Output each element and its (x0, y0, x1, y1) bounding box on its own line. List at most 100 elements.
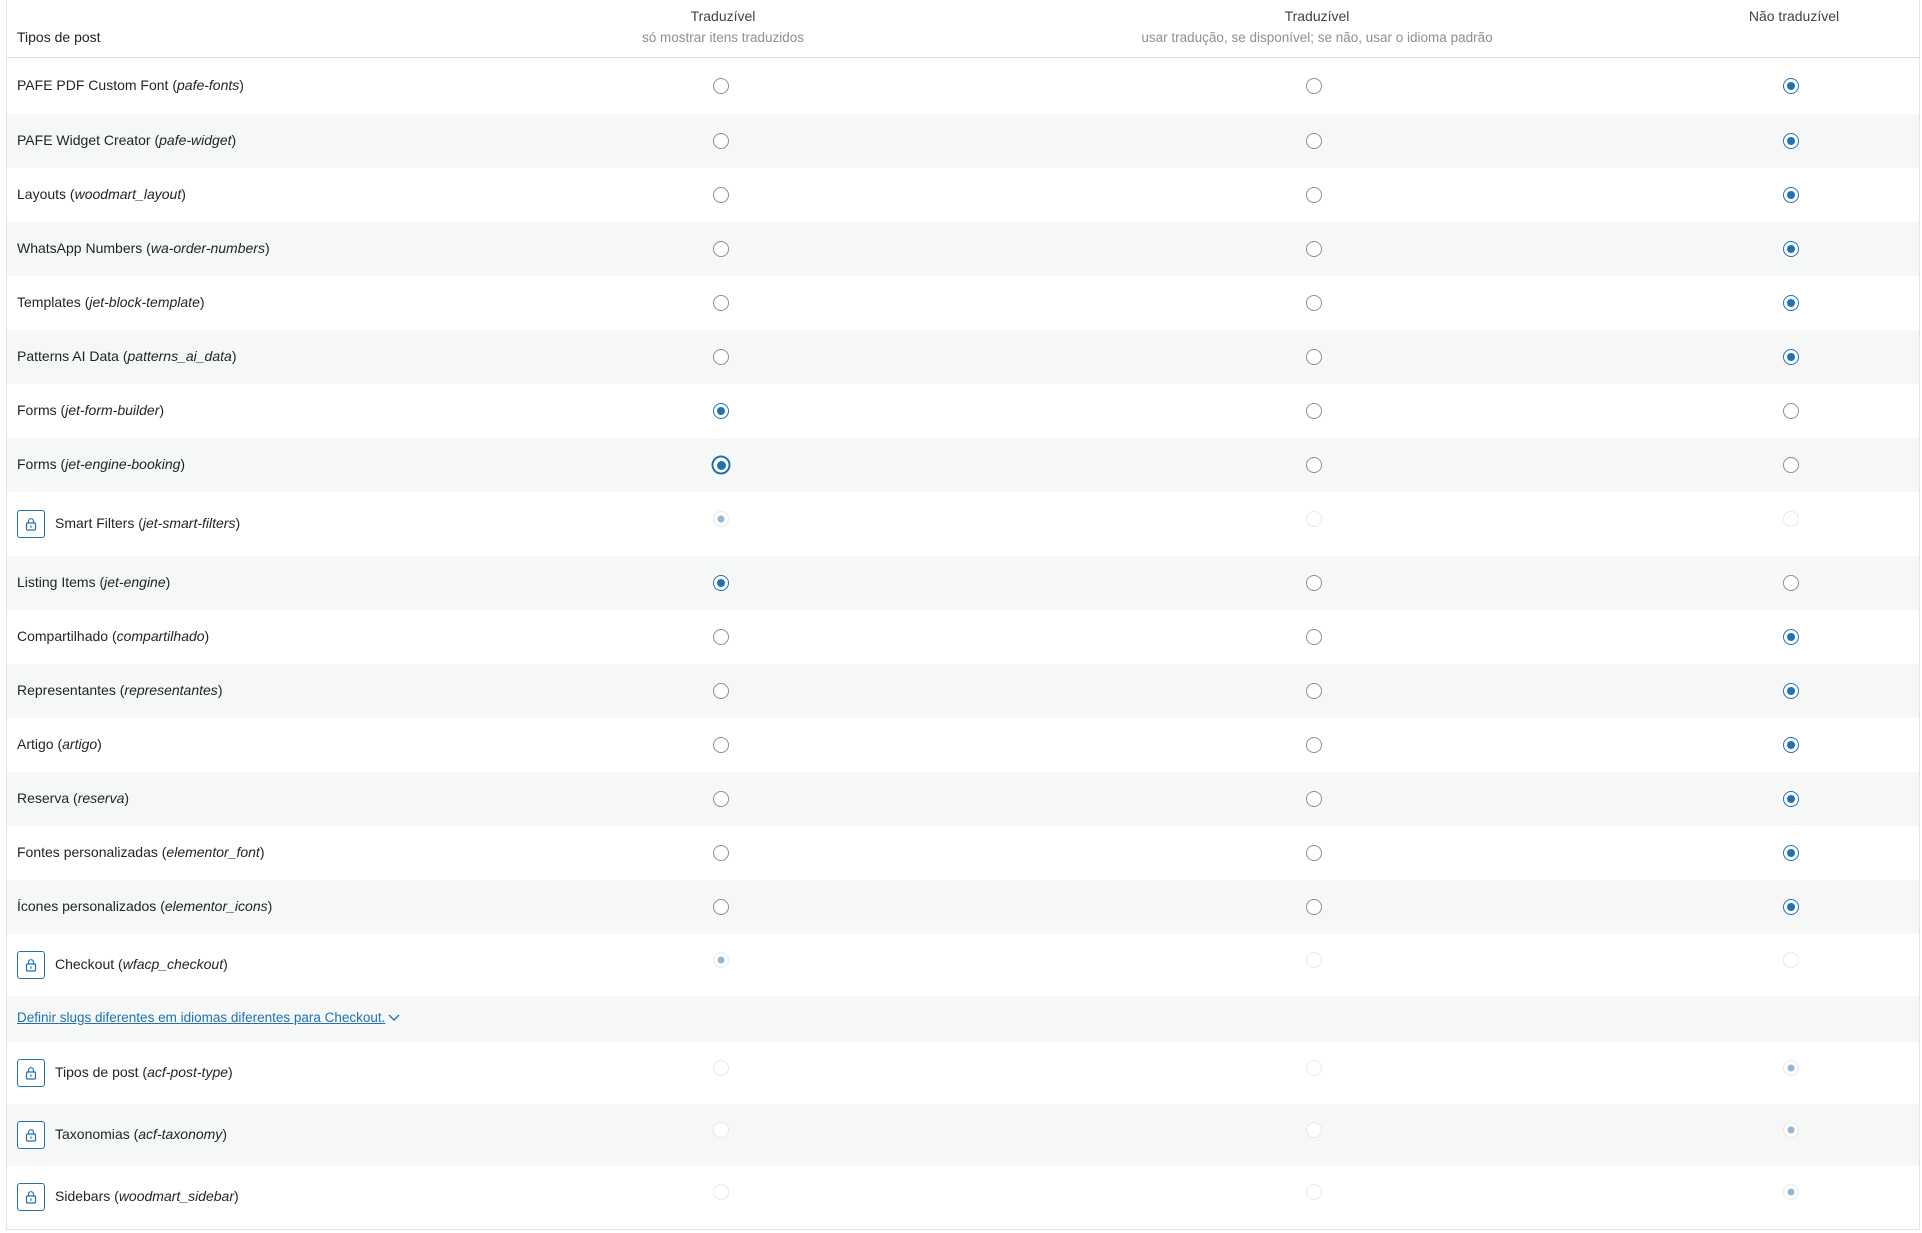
lock-icon[interactable] (17, 510, 45, 538)
post-type-slug: acf-post-type (147, 1064, 229, 1080)
radio-translatable-fallback[interactable] (1306, 241, 1322, 257)
radio-translatable-fallback (1306, 511, 1322, 527)
post-type-label: Compartilhado (compartilhado) (17, 628, 210, 644)
radio-not-translatable[interactable] (1783, 683, 1799, 699)
post-type-slug: woodmart_sidebar (118, 1188, 234, 1204)
radio-translatable-only[interactable] (711, 455, 731, 475)
post-type-row: Representantes (representantes) (7, 664, 1919, 718)
slug-settings-row: Definir slugs diferentes em idiomas dife… (7, 996, 1919, 1042)
radio-translatable-fallback[interactable] (1306, 78, 1322, 94)
radio-not-translatable[interactable] (1783, 187, 1799, 203)
radio-translatable-fallback[interactable] (1306, 295, 1322, 311)
radio-translatable-fallback[interactable] (1306, 629, 1322, 645)
radio-translatable-only[interactable] (713, 683, 729, 699)
radio-not-translatable[interactable] (1783, 575, 1799, 591)
post-type-label: PAFE PDF Custom Font (pafe-fonts) (17, 77, 244, 93)
column-subtitle: só mostrar itens traduzidos (641, 30, 805, 45)
radio-not-translatable[interactable] (1783, 845, 1799, 861)
radio-translatable-fallback (1306, 1060, 1322, 1076)
radio-not-translatable (1783, 1122, 1799, 1138)
post-type-label: Artigo (artigo) (17, 736, 102, 752)
radio-translatable-only[interactable] (713, 295, 729, 311)
radio-translatable-fallback[interactable] (1306, 403, 1322, 419)
post-type-row: PAFE Widget Creator (pafe-widget) (7, 114, 1919, 168)
column-title: Não traduzível (1748, 8, 1840, 24)
post-type-label: Representantes (representantes) (17, 682, 223, 698)
radio-translatable-only[interactable] (713, 78, 729, 94)
post-type-slug: jet-smart-filters (142, 515, 236, 531)
radio-not-translatable[interactable] (1783, 791, 1799, 807)
radio-translatable-only[interactable] (713, 349, 729, 365)
lock-icon[interactable] (17, 1059, 45, 1087)
radio-translatable-only[interactable] (713, 187, 729, 203)
post-type-slug: elementor_font (166, 844, 260, 860)
radio-not-translatable[interactable] (1783, 78, 1799, 94)
column-header-translatable-only: Traduzível só mostrar itens traduzidos (642, 8, 804, 45)
define-slugs-link-label: Definir slugs diferentes em idiomas dife… (17, 1010, 386, 1025)
radio-translatable-only[interactable] (713, 133, 729, 149)
post-type-slug: wfacp_checkout (122, 956, 224, 972)
post-type-label: Forms (jet-engine-booking) (17, 456, 186, 472)
table-header: Tipos de post Traduzível só mostrar iten… (7, 0, 1919, 58)
post-type-name: Tipos de post ( (55, 1064, 148, 1080)
radio-translatable-fallback[interactable] (1306, 737, 1322, 753)
radio-translatable-fallback[interactable] (1306, 187, 1322, 203)
radio-translatable-only[interactable] (713, 737, 729, 753)
radio-translatable-fallback[interactable] (1306, 791, 1322, 807)
radio-translatable-only[interactable] (713, 403, 729, 419)
radio-translatable-fallback[interactable] (1306, 575, 1322, 591)
post-type-name: Sidebars ( (55, 1188, 119, 1204)
radio-not-translatable (1783, 511, 1799, 527)
column-subtitle: usar tradução, se disponível; se não, us… (1141, 30, 1493, 45)
post-type-label: Smart Filters (jet-smart-filters) (55, 515, 241, 531)
post-type-row: Checkout (wfacp_checkout) (7, 934, 1919, 996)
radio-translatable-fallback[interactable] (1306, 683, 1322, 699)
radio-translatable-fallback[interactable] (1306, 457, 1322, 473)
radio-translatable-fallback[interactable] (1306, 845, 1322, 861)
post-type-name: Taxonomias ( (55, 1126, 139, 1142)
post-type-label: Listing Items (jet-engine) (17, 574, 171, 590)
radio-translatable-only[interactable] (713, 575, 729, 591)
post-type-name: Ícones personalizados ( (17, 898, 165, 914)
column-title: Traduzível (1284, 8, 1350, 24)
post-type-slug: patterns_ai_data (127, 348, 232, 364)
radio-not-translatable[interactable] (1783, 133, 1799, 149)
radio-translatable-only[interactable] (713, 791, 729, 807)
define-slugs-link[interactable]: Definir slugs diferentes em idiomas dife… (17, 1010, 401, 1026)
radio-not-translatable[interactable] (1783, 737, 1799, 753)
radio-not-translatable[interactable] (1783, 899, 1799, 915)
radio-translatable-only (713, 1122, 729, 1138)
post-types-translation-table: Tipos de post Traduzível só mostrar iten… (6, 0, 1920, 1230)
lock-icon[interactable] (17, 1121, 45, 1149)
post-type-row: Artigo (artigo) (7, 718, 1919, 772)
radio-not-translatable[interactable] (1783, 629, 1799, 645)
radio-translatable-only[interactable] (713, 629, 729, 645)
radio-not-translatable[interactable] (1783, 403, 1799, 419)
post-type-name: Compartilhado ( (17, 628, 117, 644)
radio-translatable-fallback[interactable] (1306, 899, 1322, 915)
radio-translatable-fallback[interactable] (1306, 133, 1322, 149)
radio-not-translatable[interactable] (1783, 241, 1799, 257)
radio-translatable-fallback[interactable] (1306, 349, 1322, 365)
column-header-translatable-fallback: Traduzível usar tradução, se disponível;… (1141, 8, 1492, 45)
radio-translatable-only (713, 1184, 729, 1200)
column-header-not-translatable: Não traduzível (1749, 8, 1839, 24)
radio-not-translatable[interactable] (1783, 349, 1799, 365)
radio-translatable-only[interactable] (713, 899, 729, 915)
post-type-label: Taxonomias (acf-taxonomy) (55, 1126, 227, 1142)
radio-not-translatable[interactable] (1783, 295, 1799, 311)
post-type-label: Forms (jet-form-builder) (17, 402, 165, 418)
post-type-row: Compartilhado (compartilhado) (7, 610, 1919, 664)
radio-translatable-only (713, 1060, 729, 1076)
post-type-row: WhatsApp Numbers (wa-order-numbers) (7, 222, 1919, 276)
post-type-row: Ícones personalizados (elementor_icons) (7, 880, 1919, 934)
lock-icon[interactable] (17, 951, 45, 979)
post-type-slug: reserva (77, 790, 125, 806)
radio-translatable-only[interactable] (713, 241, 729, 257)
radio-not-translatable[interactable] (1783, 457, 1799, 473)
lock-icon[interactable] (17, 1183, 45, 1211)
radio-not-translatable (1783, 1184, 1799, 1200)
post-type-label: Tipos de post (acf-post-type) (55, 1064, 233, 1080)
post-type-row: Taxonomias (acf-taxonomy) (7, 1104, 1919, 1166)
radio-translatable-only[interactable] (713, 845, 729, 861)
